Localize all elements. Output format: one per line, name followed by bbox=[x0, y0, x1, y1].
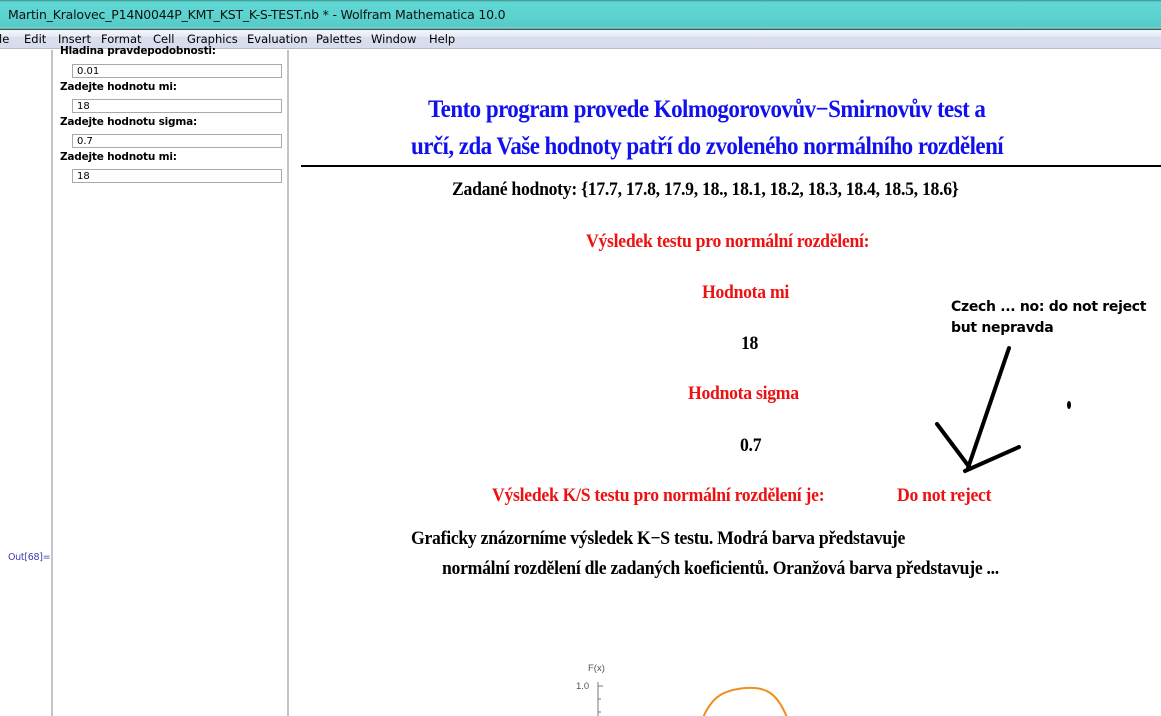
menu-format[interactable]: Format bbox=[101, 32, 142, 46]
description-line1: Graficky znázorníme výsledek K−S testu. … bbox=[411, 528, 906, 549]
control-label-probability-level: Hladina pravdepodobnosti: bbox=[60, 45, 216, 57]
annotation-text-line1: Czech ... no: do not reject bbox=[951, 299, 1147, 315]
window-title: Martin_Kralovec_P14N0044P_KMT_KST_K-S-TE… bbox=[8, 7, 506, 22]
menu-edit[interactable]: Edit bbox=[24, 32, 46, 46]
sigma-input[interactable] bbox=[72, 134, 282, 148]
control-label-mi: Zadejte hodnotu mi: bbox=[60, 81, 177, 93]
menu-help[interactable]: Help bbox=[429, 32, 455, 46]
dot-mark-icon bbox=[1067, 401, 1071, 409]
arrow-annotation-icon bbox=[935, 346, 1021, 473]
menu-file[interactable]: le bbox=[0, 32, 9, 46]
panel-frame-left bbox=[51, 50, 53, 716]
mi-label: Hodnota mi bbox=[702, 282, 790, 303]
menu-insert[interactable]: Insert bbox=[58, 32, 91, 46]
control-label-mi-2: Zadejte hodnotu mi: bbox=[60, 151, 177, 163]
program-title-line2: určí, zda Vaše hodnoty patří do zvolenéh… bbox=[411, 133, 1004, 160]
ks-result-label: Výsledek K/S testu pro normální rozdělen… bbox=[492, 485, 825, 506]
title-divider bbox=[301, 165, 1161, 167]
menu-evaluation[interactable]: Evaluation bbox=[247, 32, 308, 46]
panel-frame-right bbox=[287, 50, 289, 716]
menu-window[interactable]: Window bbox=[371, 32, 416, 46]
chart-ytick-1-0: 1.0 bbox=[576, 681, 589, 692]
sigma-label: Hodnota sigma bbox=[688, 383, 799, 404]
probability-level-input[interactable] bbox=[72, 64, 282, 78]
given-values: Zadané hodnoty: {17.7, 17.8, 17.9, 18., … bbox=[452, 179, 959, 200]
mi-input-2[interactable] bbox=[72, 169, 282, 183]
chart-ylabel: F(x) bbox=[588, 663, 605, 674]
annotation-text-line2: but nepravda bbox=[951, 320, 1054, 336]
window-titlebar: Martin_Kralovec_P14N0044P_KMT_KST_K-S-TE… bbox=[0, 0, 1161, 30]
cdf-chart: F(x) 1.0 bbox=[576, 663, 788, 716]
menu-palettes[interactable]: Palettes bbox=[316, 32, 362, 46]
chart-orange-curve bbox=[702, 686, 788, 716]
menu-cell[interactable]: Cell bbox=[153, 32, 175, 46]
mi-value: 18 bbox=[741, 333, 759, 354]
output-cell-label: Out[68]= bbox=[8, 552, 51, 563]
control-label-sigma: Zadejte hodnotu sigma: bbox=[60, 116, 197, 128]
menu-graphics[interactable]: Graphics bbox=[187, 32, 238, 46]
description-line2: normální rozdělení dle zadaných koeficie… bbox=[442, 558, 999, 579]
program-title-line1: Tento program provede Kolmogorovovův−Smi… bbox=[428, 96, 986, 123]
sigma-value: 0.7 bbox=[740, 435, 762, 456]
ks-result-value: Do not reject bbox=[897, 485, 992, 506]
result-heading: Výsledek testu pro normální rozdělení: bbox=[586, 231, 870, 252]
mi-input[interactable] bbox=[72, 99, 282, 113]
